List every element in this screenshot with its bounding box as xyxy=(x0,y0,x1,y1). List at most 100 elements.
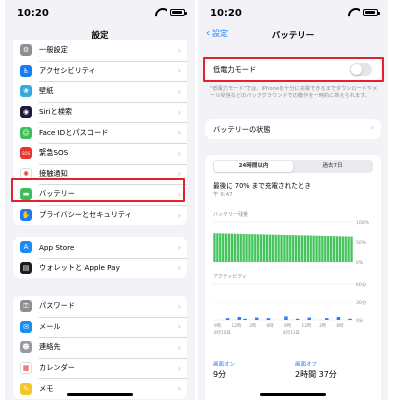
settings-row-faceid[interactable]: ☺ Face IDとパスコード › xyxy=(13,122,187,143)
activity-tick-label: 0分 xyxy=(356,317,364,324)
activity-bar xyxy=(284,316,288,320)
battery-level-bar xyxy=(297,235,301,262)
settings-row-appstore[interactable]: A App Store › xyxy=(13,237,187,258)
battery-level-bar xyxy=(283,234,286,262)
settings-group-store: A App Store › ▤ ウォレットと Apple Pay › xyxy=(13,237,187,279)
last-charged-text: 最後に 70% まで充電されたとき xyxy=(213,182,311,190)
accessibility-icon: ♿ xyxy=(20,64,32,77)
battery-level-bar xyxy=(239,233,242,262)
battery-usage-card: 24時間以内 過去7日 最後に 70% まで充電されたとき 午 9:47 バッテ… xyxy=(205,155,381,400)
wallpaper-icon: ❀ xyxy=(20,85,32,98)
battery-status-icon xyxy=(170,9,187,16)
battery-level-bar xyxy=(245,233,248,262)
activity-bar xyxy=(348,318,352,320)
battery-health-row[interactable]: バッテリーの状態 › xyxy=(205,119,381,139)
settings-row-calendar[interactable]: ▦ カレンダー › xyxy=(13,357,187,379)
settings-row-contacts[interactable]: ☻ 連絡先 › xyxy=(13,337,187,358)
battery-level-bar xyxy=(321,235,324,262)
wifi-icon xyxy=(155,8,167,17)
page-title: バッテリー xyxy=(271,31,315,41)
battery-level-bar xyxy=(294,235,298,262)
battery-level-chart: 100% 50% 0% xyxy=(213,220,370,266)
level-tick-label: 50% xyxy=(356,240,367,246)
battery-level-bar xyxy=(286,235,289,262)
battery-level-bar xyxy=(242,233,245,262)
chevron-right-icon: › xyxy=(177,322,181,332)
battery-level-bar xyxy=(318,235,321,262)
chevron-right-icon: › xyxy=(177,148,181,158)
status-icons xyxy=(155,8,187,17)
activity-tick-label: 30分 xyxy=(356,299,367,306)
battery-level-bar xyxy=(259,234,263,262)
screen-off-value: 2時間 37分 xyxy=(295,370,337,379)
chevron-right-icon: › xyxy=(177,66,181,76)
settings-row-label: App Store xyxy=(39,242,75,252)
time-range-segmented: 24時間以内 過去7日 xyxy=(213,160,373,173)
settings-row-sos[interactable]: SOS 緊急SOS › xyxy=(13,142,187,164)
chevron-right-icon: › xyxy=(177,301,181,311)
battery-level-title: バッテリー残量 xyxy=(213,212,249,218)
settings-screen: 10:20 設定 ⚙ 一般設定 › ♿ アクセシビリティ › ❀ 壁紙 › ◉ Siriと検索 › ☺ F… xyxy=(5,0,195,400)
calendar-icon: ▦ xyxy=(20,362,32,375)
chevron-right-icon: › xyxy=(177,384,181,394)
gear-icon: ⚙ xyxy=(20,44,32,57)
activity-bar xyxy=(243,318,247,320)
battery-level-bar xyxy=(254,234,257,262)
screenshot-frame: 10:20 設定 ⚙ 一般設定 › ♿ アクセシビリティ › ❀ 壁紙 › ◉ Siriと検索 › ☺ F… xyxy=(0,0,394,400)
battery-level-bar xyxy=(236,233,239,262)
tab-7d[interactable]: 過去7日 xyxy=(293,161,372,172)
settings-row-wallpaper[interactable]: ❀ 壁紙 › xyxy=(13,81,187,102)
activity-bar xyxy=(237,317,241,320)
activity-tick-label: 60分 xyxy=(356,281,367,288)
back-label: 設定 xyxy=(212,29,228,38)
chevron-right-icon: › xyxy=(177,342,181,352)
battery-level-bar xyxy=(271,234,274,262)
battery-level-bar xyxy=(303,235,307,262)
battery-status-icon xyxy=(363,9,380,16)
settings-row-wallet[interactable]: ▤ ウォレットと Apple Pay › xyxy=(13,257,187,279)
chevron-right-icon: › xyxy=(177,128,181,138)
battery-level-bar xyxy=(222,233,225,262)
settings-row-label: 緊急SOS xyxy=(39,148,69,158)
sos-icon: SOS xyxy=(20,147,32,160)
time-axis-label: 3時 xyxy=(249,323,257,329)
battery-level-bar xyxy=(324,235,327,262)
battery-level-bar xyxy=(251,234,254,262)
settings-row-siri[interactable]: ◉ Siriと検索 › xyxy=(13,101,187,123)
battery-level-bar xyxy=(347,236,350,262)
notes-icon: ✎ xyxy=(20,382,32,395)
privacy-hand-icon: ✋ xyxy=(20,209,32,222)
settings-row-key[interactable]: ⚿ パスワード › xyxy=(13,296,187,317)
chevron-right-icon: › xyxy=(177,169,181,179)
time-axis-label: 6時 xyxy=(337,323,345,329)
battery-level-bar xyxy=(289,235,292,262)
status-bar: 10:20 xyxy=(5,0,195,26)
battery-row-highlight xyxy=(11,178,185,202)
time-axis-label: 12時 xyxy=(232,323,242,329)
date-axis-label: 8月10日 xyxy=(214,330,231,336)
back-button[interactable]: ‹ 設定 xyxy=(206,28,228,39)
activity-bar xyxy=(266,318,271,320)
settings-row-privacy-hand[interactable]: ✋ プライバシーとセキュリティ › xyxy=(13,204,187,226)
tab-24h[interactable]: 24時間以内 xyxy=(214,161,293,172)
battery-level-bar xyxy=(338,236,342,262)
battery-level-bar xyxy=(341,236,344,262)
settings-row-label: 連絡先 xyxy=(39,342,61,352)
battery-level-bar xyxy=(213,233,216,262)
battery-level-bar xyxy=(268,234,272,262)
settings-row-mail[interactable]: ✉ メール › xyxy=(13,316,187,338)
settings-row-label: メール xyxy=(39,321,61,331)
time-axis-label: 3時 xyxy=(319,323,327,329)
settings-row-accessibility[interactable]: ♿ アクセシビリティ › xyxy=(13,60,187,82)
time-axis-label: 9時 xyxy=(284,323,292,329)
home-indicator xyxy=(67,393,133,396)
time-axis-label: 9時 xyxy=(214,323,222,329)
settings-row-gear[interactable]: ⚙ 一般設定 › xyxy=(13,40,187,61)
status-icons xyxy=(348,8,380,17)
battery-level-bar xyxy=(248,234,251,262)
battery-level-bar xyxy=(306,235,309,262)
battery-level-bar xyxy=(216,233,219,262)
activity-bar xyxy=(255,317,259,320)
battery-level-bar xyxy=(265,234,269,262)
battery-level-bar xyxy=(274,234,277,262)
